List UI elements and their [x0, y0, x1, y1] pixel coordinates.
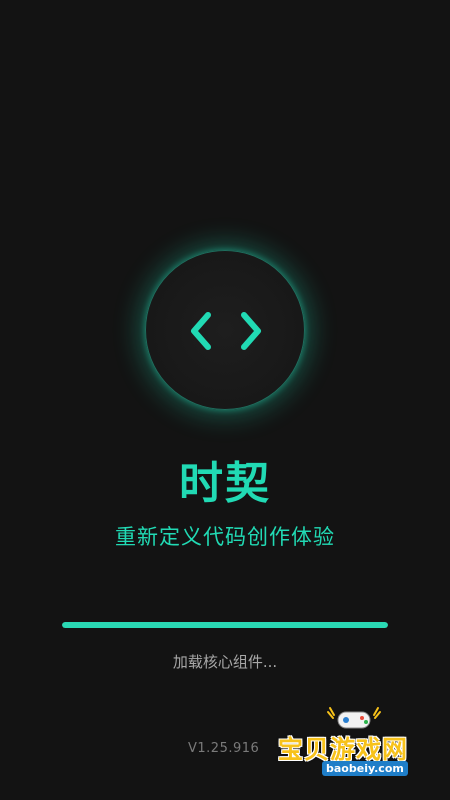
watermark-logo: 宝贝游戏网 baobeiy.com [272, 704, 442, 782]
loading-progress-bar [62, 622, 388, 628]
app-title: 时契 [179, 458, 271, 509]
watermark-url: baobeiy.com [322, 761, 408, 776]
loading-status-text: 加载核心组件... [172, 653, 278, 671]
app-logo [145, 250, 305, 410]
app-subtitle: 重新定义代码创作体验 [115, 525, 335, 549]
splash-screen: 时契 重新定义代码创作体验 加载核心组件... V1.25.916 宝贝游戏网 … [0, 0, 450, 800]
loading-progress-fill [62, 622, 388, 628]
version-label: V1.25.916 [188, 741, 260, 756]
code-brackets-icon [191, 312, 261, 350]
